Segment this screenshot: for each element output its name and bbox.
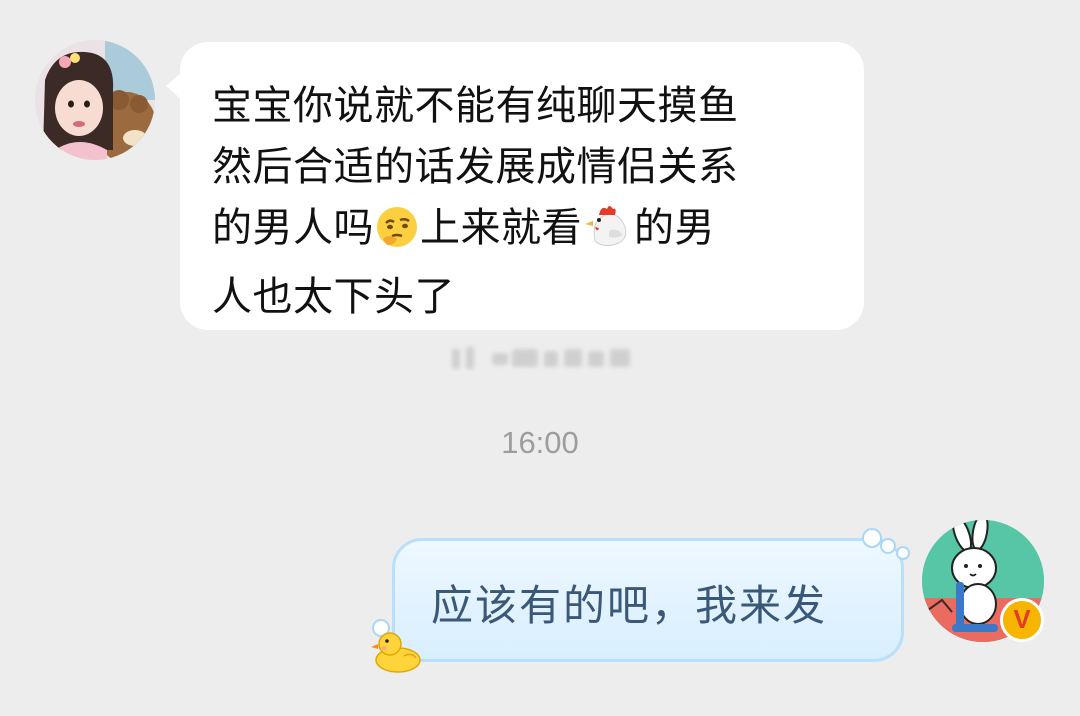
- message-timestamp: 16:00: [501, 425, 579, 460]
- verified-badge: V: [1000, 598, 1044, 642]
- watermark-blur: [448, 343, 638, 375]
- incoming-message-bubble[interactable]: 宝宝你说就不能有纯聊天摸鱼 然后合适的话发展成情侣关系 的男人吗 上来就看 的男…: [166, 42, 864, 330]
- message-line-3-part-b: 上来就看: [420, 205, 582, 251]
- message-line-3-part-c: 的男: [634, 205, 715, 251]
- sender-avatar-image: [35, 40, 155, 160]
- chicken-icon: [583, 201, 633, 267]
- bubble-decoration-circle: [896, 546, 910, 560]
- outgoing-message-text: 应该有的吧，我来发: [431, 581, 828, 630]
- thinking-face-icon: [375, 205, 419, 267]
- bubble-decoration-circle: [880, 538, 896, 554]
- message-line-2: 然后合适的话发展成情侣关系: [212, 144, 739, 190]
- message-line-4: 人也太下头了: [212, 274, 455, 320]
- message-line-3-part-a: 的男人吗: [212, 205, 374, 251]
- sender-avatar[interactable]: [35, 40, 155, 160]
- chat-window: 宝宝你说就不能有纯聊天摸鱼 然后合适的话发展成情侣关系 的男人吗 上来就看 的男…: [0, 0, 1080, 716]
- bubble-decoration-circle: [862, 528, 882, 548]
- watermark-image: [452, 347, 630, 369]
- message-line-1: 宝宝你说就不能有纯聊天摸鱼: [212, 83, 739, 129]
- outgoing-message-bubble[interactable]: 应该有的吧，我来发: [392, 538, 904, 662]
- duck-icon: [370, 628, 424, 674]
- message-line-3: 的男人吗 上来就看 的男: [212, 198, 834, 267]
